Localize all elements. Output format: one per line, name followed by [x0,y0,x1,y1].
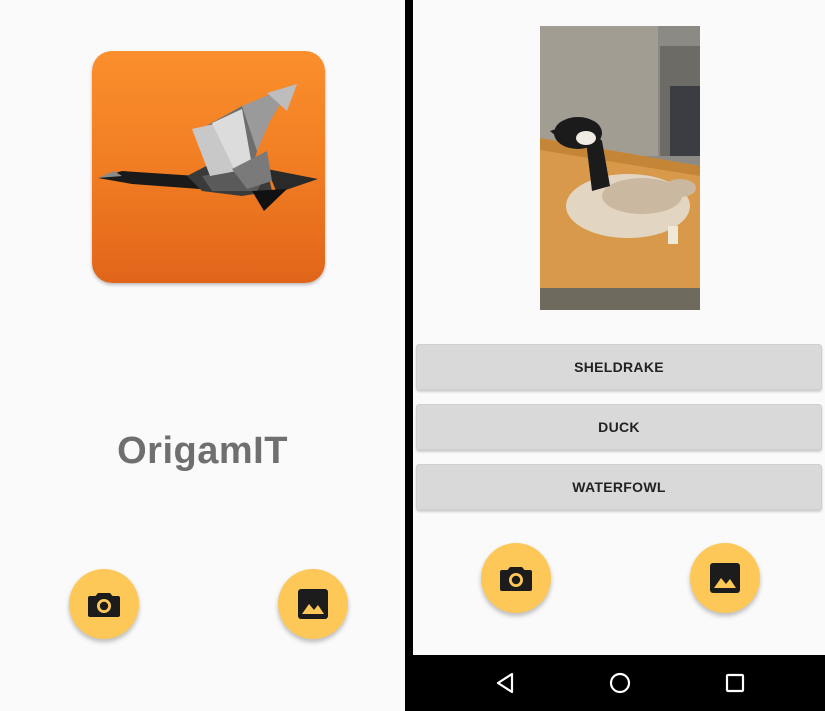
photo-image [540,26,700,310]
home-circle-icon [609,672,631,694]
results-screen: SHELDRAKE DUCK WATERFOWL [413,0,825,711]
nav-home-button[interactable] [606,669,634,697]
result-button[interactable]: SHELDRAKE [416,344,822,390]
home-screen: OrigamIT [0,0,405,711]
camera-button[interactable] [481,543,551,613]
camera-button[interactable] [69,569,139,639]
result-button[interactable]: DUCK [416,404,822,450]
gallery-button[interactable] [278,569,348,639]
camera-icon [88,593,120,617]
app-title: OrigamIT [117,430,288,472]
system-nav-bar [413,655,825,711]
image-icon [710,563,740,593]
nav-back-button[interactable] [492,669,520,697]
camera-icon [500,567,532,591]
app-logo [92,51,325,283]
image-icon [298,589,328,619]
screen-divider [405,0,413,711]
gallery-button[interactable] [690,543,760,613]
back-triangle-icon [496,672,514,694]
origami-goose-icon [98,84,318,211]
result-button[interactable]: WATERFOWL [416,464,822,510]
goose-plush-photo [540,26,700,310]
recents-square-icon [725,673,745,693]
nav-recents-button[interactable] [721,669,749,697]
